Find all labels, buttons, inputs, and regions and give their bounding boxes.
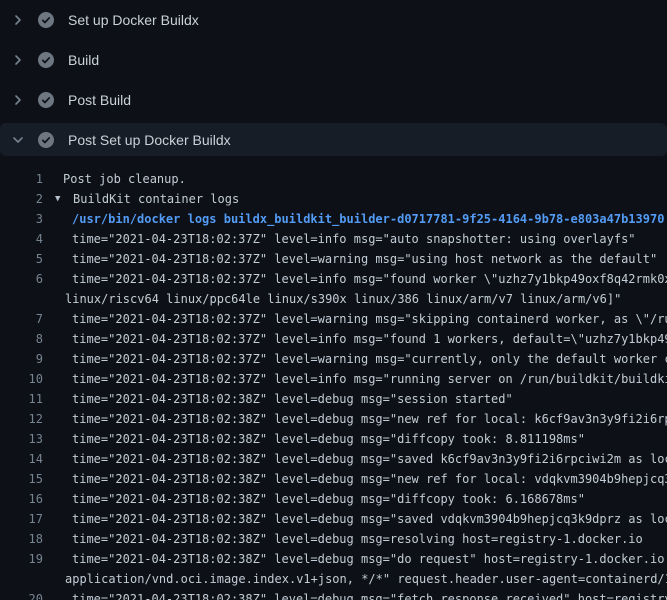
log-line: 12 time="2021-04-23T18:02:38Z" level=deb…	[0, 409, 667, 429]
log-line-text: Post job cleanup.	[43, 169, 186, 189]
log-line: 5 time="2021-04-23T18:02:37Z" level=warn…	[0, 249, 667, 269]
log-group-label[interactable]: BuildKit container logs	[65, 189, 239, 209]
step-header-set-up-docker-buildx[interactable]: Set up Docker Buildx	[0, 0, 667, 40]
log-line: 10 time="2021-04-23T18:02:37Z" level=inf…	[0, 369, 667, 389]
log-line: 11 time="2021-04-23T18:02:38Z" level=deb…	[0, 389, 667, 409]
log-line: 1 Post job cleanup.	[0, 169, 667, 189]
log-line-text: time="2021-04-23T18:02:37Z" level=info m…	[43, 329, 667, 349]
step-label: Build	[68, 53, 99, 67]
check-circle-icon	[38, 12, 54, 28]
log-line: 19 time="2021-04-23T18:02:38Z" level=deb…	[0, 549, 667, 569]
log-line-text: time="2021-04-23T18:02:38Z" level=debug …	[43, 509, 667, 529]
steps-list: Set up Docker Buildx Build Post Build Po…	[0, 0, 667, 156]
log-command-text: /usr/bin/docker logs buildx_buildkit_bui…	[43, 209, 664, 229]
log-line-number[interactable]: 2	[0, 192, 43, 206]
log-line: 2 ▼ BuildKit container logs	[0, 189, 667, 209]
log-line-text: time="2021-04-23T18:02:37Z" level=warnin…	[43, 349, 667, 369]
log-line-number[interactable]: 16	[0, 492, 43, 506]
step-header-build[interactable]: Build	[0, 40, 667, 80]
step-header-post-build[interactable]: Post Build	[0, 80, 667, 120]
log-line-text: time="2021-04-23T18:02:38Z" level=debug …	[43, 409, 667, 429]
log-line: 4 time="2021-04-23T18:02:37Z" level=info…	[0, 229, 667, 249]
check-circle-icon	[38, 92, 54, 108]
log-line-number[interactable]: 17	[0, 512, 43, 526]
log-line: application/vnd.oci.image.index.v1+json,…	[0, 569, 667, 589]
log-line-text: time="2021-04-23T18:02:38Z" level=debug …	[43, 449, 667, 469]
log-line-number[interactable]: 15	[0, 472, 43, 486]
log-line: linux/riscv64 linux/ppc64le linux/s390x …	[0, 289, 667, 309]
log-line-number[interactable]: 11	[0, 392, 43, 406]
log-line-number[interactable]: 12	[0, 412, 43, 426]
log-line-number[interactable]: 13	[0, 432, 43, 446]
log-line-number[interactable]: 7	[0, 312, 43, 326]
log-line-text: time="2021-04-23T18:02:38Z" level=debug …	[43, 529, 643, 549]
chevron-down-icon	[10, 132, 26, 148]
log-line: 20 time="2021-04-23T18:02:38Z" level=deb…	[0, 589, 667, 600]
log-line: 7 time="2021-04-23T18:02:37Z" level=warn…	[0, 309, 667, 329]
log-line: 3 /usr/bin/docker logs buildx_buildkit_b…	[0, 209, 667, 229]
chevron-right-icon	[10, 52, 26, 68]
log-line: 14 time="2021-04-23T18:02:38Z" level=deb…	[0, 449, 667, 469]
log-line-text: time="2021-04-23T18:02:38Z" level=debug …	[43, 389, 513, 409]
log-line-number[interactable]: 5	[0, 252, 43, 266]
chevron-right-icon	[10, 12, 26, 28]
step-label: Post Set up Docker Buildx	[68, 133, 231, 147]
log-line-text: time="2021-04-23T18:02:37Z" level=warnin…	[43, 249, 657, 269]
log-line-text: linux/riscv64 linux/ppc64le linux/s390x …	[43, 289, 621, 309]
log-line: 17 time="2021-04-23T18:02:38Z" level=deb…	[0, 509, 667, 529]
log-line: 15 time="2021-04-23T18:02:38Z" level=deb…	[0, 469, 667, 489]
log-line-text: time="2021-04-23T18:02:38Z" level=debug …	[43, 429, 585, 449]
log-line-number[interactable]: 8	[0, 332, 43, 346]
log-line-text: time="2021-04-23T18:02:38Z" level=debug …	[43, 469, 667, 489]
log-line-number[interactable]: 3	[0, 212, 43, 226]
log-line-text: time="2021-04-23T18:02:38Z" level=debug …	[43, 489, 585, 509]
log-line-text: application/vnd.oci.image.index.v1+json,…	[43, 569, 667, 589]
log-line-text: time="2021-04-23T18:02:37Z" level=info m…	[43, 229, 636, 249]
log-line: 16 time="2021-04-23T18:02:38Z" level=deb…	[0, 489, 667, 509]
triangle-down-icon[interactable]: ▼	[55, 189, 65, 209]
log-line: 9 time="2021-04-23T18:02:37Z" level=warn…	[0, 349, 667, 369]
step-label: Post Build	[68, 93, 131, 107]
log-output: 1 Post job cleanup. 2 ▼ BuildKit contain…	[0, 156, 667, 600]
log-line-number[interactable]: 14	[0, 452, 43, 466]
workflow-log-viewer: Set up Docker Buildx Build Post Build Po…	[0, 0, 667, 600]
chevron-right-icon	[10, 92, 26, 108]
log-line-number[interactable]: 4	[0, 232, 43, 246]
log-line: 8 time="2021-04-23T18:02:37Z" level=info…	[0, 329, 667, 349]
check-circle-icon	[38, 132, 54, 148]
log-line-text: time="2021-04-23T18:02:38Z" level=debug …	[43, 589, 667, 600]
log-line: 13 time="2021-04-23T18:02:38Z" level=deb…	[0, 429, 667, 449]
log-line-number[interactable]: 9	[0, 352, 43, 366]
log-line: 18 time="2021-04-23T18:02:38Z" level=deb…	[0, 529, 667, 549]
log-line-number[interactable]: 19	[0, 552, 43, 566]
log-line-text: time="2021-04-23T18:02:37Z" level=info m…	[43, 369, 667, 389]
log-line-text: time="2021-04-23T18:02:38Z" level=debug …	[43, 549, 667, 569]
log-line-number[interactable]: 6	[0, 272, 43, 286]
log-line-number[interactable]: 1	[0, 172, 43, 186]
check-circle-icon	[38, 52, 54, 68]
step-label: Set up Docker Buildx	[68, 13, 199, 27]
log-line: 6 time="2021-04-23T18:02:37Z" level=info…	[0, 269, 667, 289]
step-header-post-set-up-docker-buildx[interactable]: Post Set up Docker Buildx	[0, 123, 667, 156]
log-line-text: time="2021-04-23T18:02:37Z" level=warnin…	[43, 309, 667, 329]
log-line-number[interactable]: 10	[0, 372, 43, 386]
log-line-text: time="2021-04-23T18:02:37Z" level=info m…	[43, 269, 667, 289]
log-line-number[interactable]: 20	[0, 592, 43, 600]
log-line-number[interactable]: 18	[0, 532, 43, 546]
